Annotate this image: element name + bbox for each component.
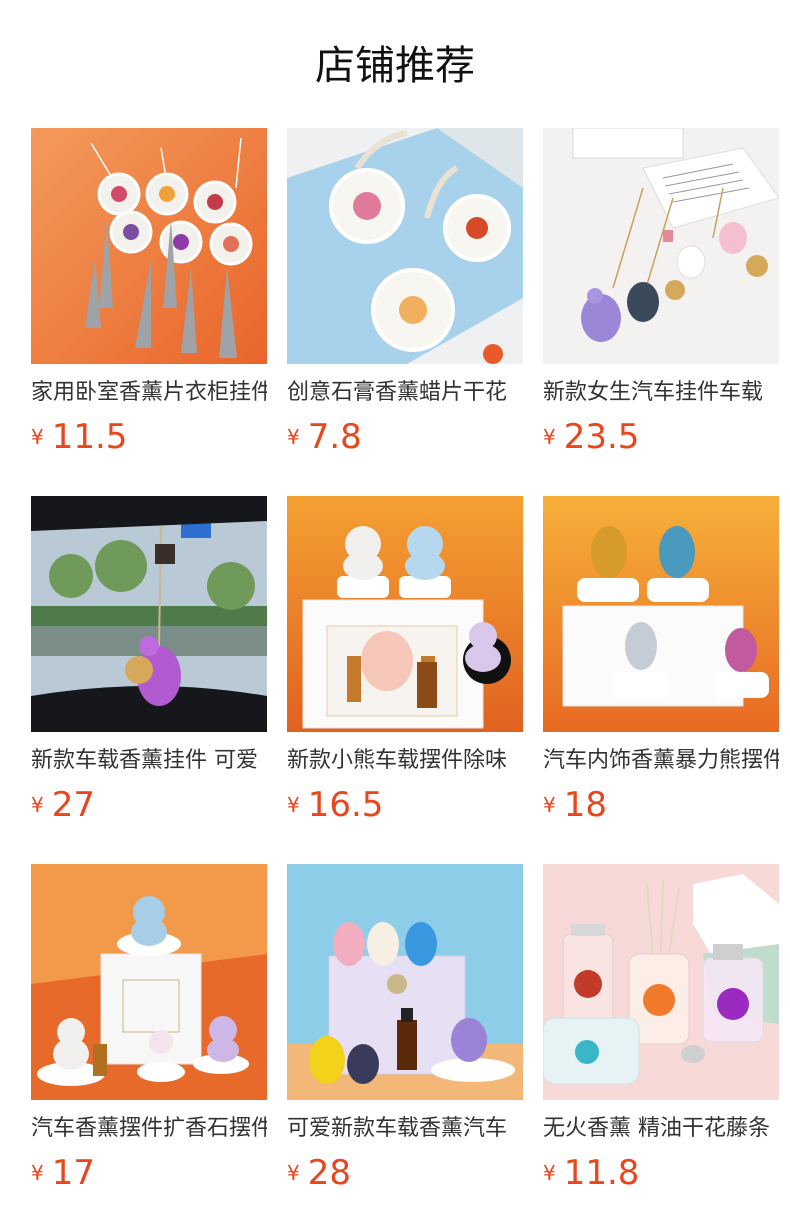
price-value: 11.8 — [563, 1153, 640, 1193]
reed-diffuser-bottle-icon — [543, 864, 779, 1100]
currency-symbol: ¥ — [31, 793, 44, 817]
product-name[interactable]: 创意石膏香薰蜡片干花 — [287, 378, 523, 408]
car-mirror-bear-icon — [31, 496, 267, 732]
bear-charm-pendant-icon — [543, 128, 779, 364]
currency-symbol: ¥ — [543, 1161, 556, 1185]
product-name[interactable]: 新款女生汽车挂件车载 — [543, 378, 779, 408]
rabbit-figurine-set-icon — [543, 496, 779, 732]
price-value: 28 — [307, 1153, 351, 1193]
product-name[interactable]: 新款小熊车载摆件除味 — [287, 746, 523, 776]
product-image[interactable] — [31, 864, 267, 1100]
product-card[interactable]: 创意石膏香薰蜡片干花 ¥7.8 — [287, 128, 523, 496]
product-card[interactable]: 新款女生汽车挂件车载 ¥23.5 — [543, 128, 779, 496]
product-card[interactable]: 新款车载香薰挂件 可爱 ¥27 — [31, 496, 267, 864]
price-value: 18 — [563, 785, 607, 825]
product-card[interactable]: 无火香薰 精油干花藤条 ¥11.8 — [543, 864, 779, 1232]
product-card[interactable]: 家用卧室香薰片衣柜挂件 ¥11.5 — [31, 128, 267, 496]
product-name[interactable]: 可爱新款车载香薰汽车 — [287, 1114, 523, 1144]
price-value: 27 — [51, 785, 95, 825]
product-name[interactable]: 汽车内饰香薰暴力熊摆件 — [543, 746, 779, 776]
product-name[interactable]: 新款车载香薰挂件 可爱 — [31, 746, 267, 776]
product-image[interactable] — [543, 496, 779, 732]
product-name[interactable]: 无火香薰 精油干花藤条 — [543, 1114, 779, 1144]
product-name[interactable]: 家用卧室香薰片衣柜挂件 — [31, 378, 267, 408]
product-card[interactable]: 汽车香薰摆件扩香石摆件 ¥17 — [31, 864, 267, 1232]
product-grid: 家用卧室香薰片衣柜挂件 ¥11.5 创意石膏香薰蜡片干花 ¥ 7.8 新款女生汽… — [31, 128, 779, 1232]
currency-symbol: ¥ — [31, 1161, 44, 1185]
product-image[interactable] — [287, 864, 523, 1100]
product-card[interactable]: 汽车内饰香薰暴力熊摆件 ¥18 — [543, 496, 779, 864]
shop-recommendations-page: 店铺推荐 家用卧室香薰片衣柜挂件 ¥ 11.5 创意石膏香薰蜡片干花 ¥ 7.8… — [0, 0, 790, 1232]
crystal-bear-gift-icon — [287, 864, 523, 1100]
product-price: ¥28 — [287, 1152, 523, 1194]
angel-bear-ornament-icon — [31, 864, 267, 1100]
product-image[interactable] — [543, 864, 779, 1100]
product-price: ¥7.8 — [287, 416, 523, 458]
price-value: 7.8 — [307, 417, 362, 457]
product-image[interactable] — [543, 128, 779, 364]
product-card[interactable]: 新款小熊车载摆件除味 ¥16.5 — [287, 496, 523, 864]
hanging-sachet-icon — [31, 128, 267, 364]
currency-symbol: ¥ — [287, 425, 300, 449]
product-price: ¥18 — [543, 784, 779, 826]
product-price: ¥17 — [31, 1152, 267, 1194]
angel-bear-set-icon — [287, 496, 523, 732]
product-image[interactable] — [31, 128, 267, 364]
price-value: 23.5 — [563, 417, 640, 457]
product-image[interactable] — [287, 128, 523, 364]
currency-symbol: ¥ — [287, 793, 300, 817]
price-value: 11.5 — [51, 417, 128, 457]
currency-symbol: ¥ — [543, 793, 556, 817]
product-card[interactable]: 可爱新款车载香薰汽车 ¥28 — [287, 864, 523, 1232]
price-value: 16.5 — [307, 785, 384, 825]
currency-symbol: ¥ — [31, 425, 44, 449]
product-name[interactable]: 汽车香薰摆件扩香石摆件 — [31, 1114, 267, 1144]
product-image[interactable] — [31, 496, 267, 732]
product-image[interactable] — [287, 496, 523, 732]
product-price: ¥23.5 — [543, 416, 779, 458]
currency-symbol: ¥ — [287, 1161, 300, 1185]
page-title: 店铺推荐 — [315, 43, 475, 89]
product-price: ¥11.8 — [543, 1152, 779, 1194]
product-price: ¥27 — [31, 784, 267, 826]
product-price: ¥16.5 — [287, 784, 523, 826]
currency-symbol: ¥ — [543, 425, 556, 449]
plaster-wax-tablet-icon — [287, 128, 523, 364]
product-price: ¥11.5 — [31, 416, 267, 458]
price-value: 17 — [51, 1153, 95, 1193]
